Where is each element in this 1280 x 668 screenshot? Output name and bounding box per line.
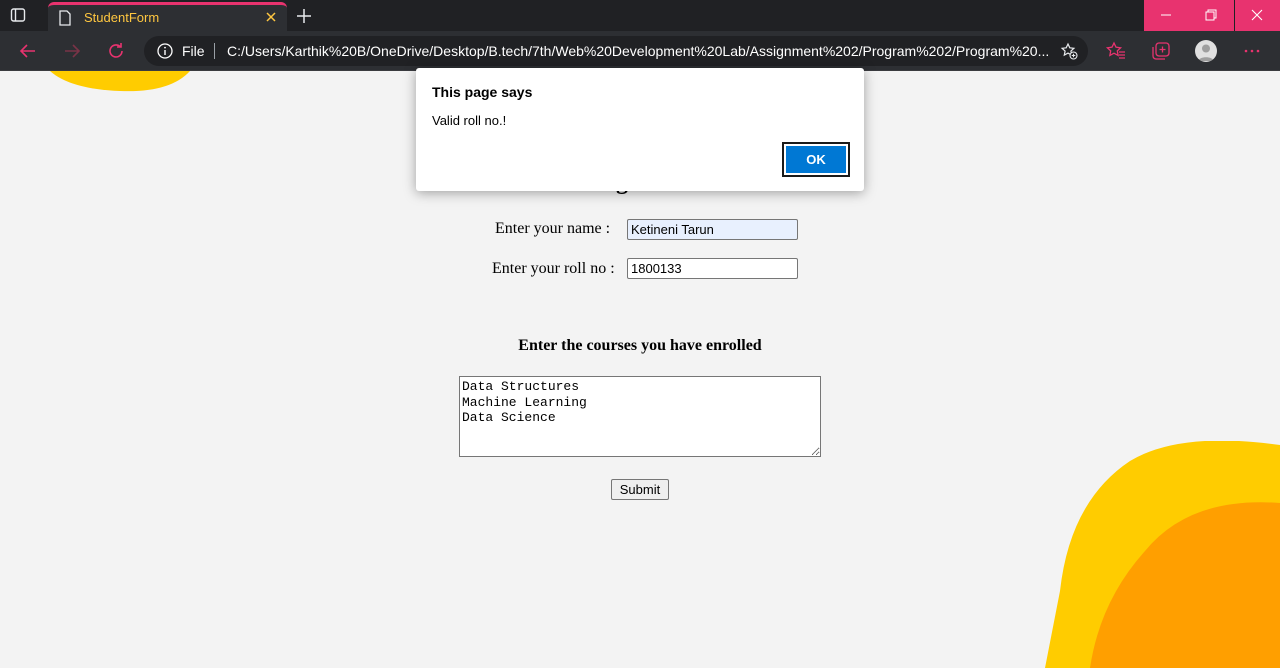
address-bar: File C:/Users/Karthik%20B/OneDrive/Deskt… xyxy=(0,31,1280,71)
favorites-icon[interactable] xyxy=(1105,40,1127,62)
roll-input[interactable] xyxy=(627,258,798,279)
name-input[interactable] xyxy=(627,219,798,240)
name-label: Enter your name : xyxy=(495,220,611,237)
restore-button[interactable] xyxy=(1189,0,1234,31)
tab-bar: StudentForm xyxy=(0,0,1280,31)
decorative-blob-top xyxy=(50,71,190,92)
new-tab-icon[interactable] xyxy=(294,6,314,26)
decorative-blob-bottom xyxy=(1045,441,1280,668)
courses-heading: Enter the courses you have enrolled xyxy=(518,337,762,354)
close-tab-icon[interactable] xyxy=(264,10,278,29)
roll-label: Enter your roll no : xyxy=(492,260,615,277)
courses-textarea[interactable]: Data Structures Machine Learning Data Sc… xyxy=(459,376,821,457)
more-options-icon[interactable] xyxy=(1241,40,1263,62)
alert-dialog: This page says Valid roll no.! OK xyxy=(416,68,864,191)
info-icon[interactable] xyxy=(157,43,173,64)
divider xyxy=(214,43,215,59)
submit-button[interactable]: Submit xyxy=(611,479,669,500)
profile-avatar[interactable] xyxy=(1195,40,1217,62)
page-icon xyxy=(58,10,72,31)
tab-title: StudentForm xyxy=(84,10,160,25)
browser-tab[interactable]: StudentForm xyxy=(48,2,287,31)
ok-button[interactable]: OK xyxy=(782,142,850,177)
collections-icon[interactable] xyxy=(1150,40,1172,62)
add-favorite-icon[interactable] xyxy=(1060,42,1078,65)
scheme-label: File xyxy=(182,43,205,59)
minimize-button[interactable] xyxy=(1144,0,1189,31)
tab-actions-icon[interactable] xyxy=(10,7,28,25)
dialog-message: Valid roll no.! xyxy=(432,113,507,128)
omnibox[interactable]: File C:/Users/Karthik%20B/OneDrive/Deskt… xyxy=(144,36,1088,66)
url-text[interactable]: C:/Users/Karthik%20B/OneDrive/Desktop/B.… xyxy=(227,43,1049,59)
refresh-icon[interactable] xyxy=(105,40,127,62)
close-window-button[interactable] xyxy=(1235,0,1280,31)
forward-icon[interactable] xyxy=(61,40,83,62)
back-icon[interactable] xyxy=(17,40,39,62)
dialog-title: This page says xyxy=(432,84,533,100)
